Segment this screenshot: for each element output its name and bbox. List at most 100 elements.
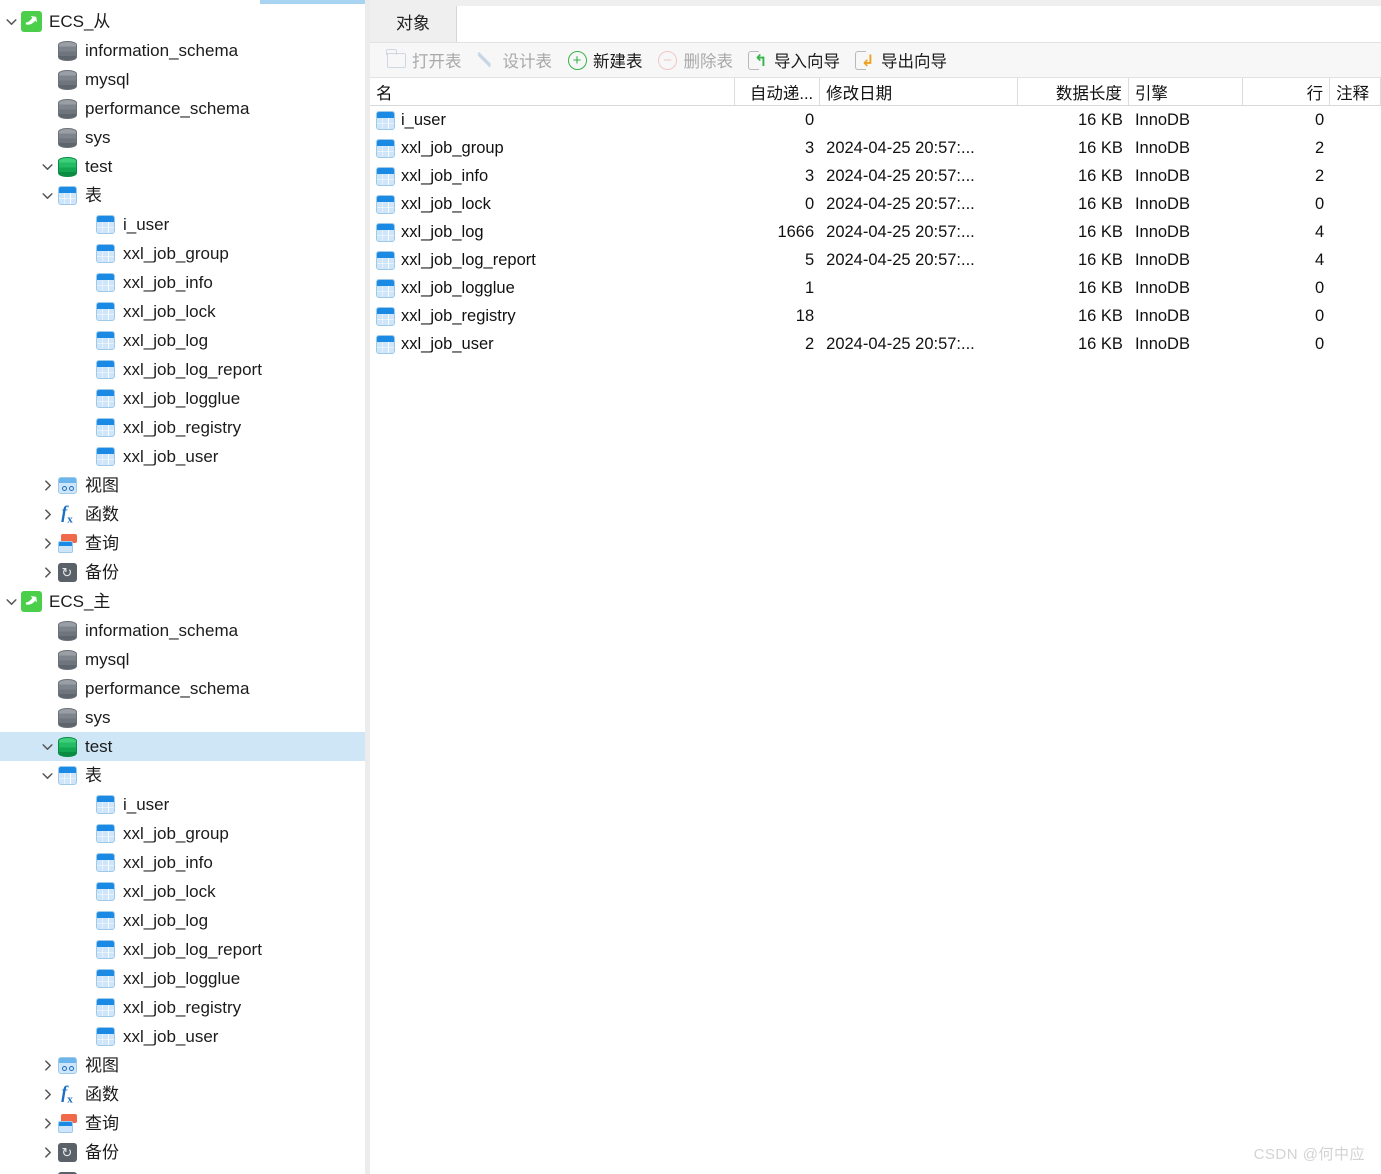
grid-column-header-rows[interactable]: 行 (1243, 78, 1331, 105)
toolbar-button-导出向导[interactable]: ↲ 导出向导 (847, 45, 954, 75)
grid-column-header-date[interactable]: 修改日期 (820, 78, 1019, 105)
table-row[interactable]: i_user 0 16 KB InnoDB 0 (370, 106, 1381, 134)
tree-item-label: 查询 (85, 534, 119, 553)
tree-item-查询[interactable]: 查询 (0, 1109, 365, 1138)
table-list-grid[interactable]: 名 自动递... 修改日期 数据长度 引擎 行注释 i_user 0 16 KB InnoDB 0… (370, 78, 1381, 1174)
database-icon (57, 40, 77, 61)
tree-item-label: 视图 (85, 476, 119, 495)
tree-twisty-down-icon[interactable] (2, 587, 20, 616)
toolbar-button-导入向导[interactable]: ↰ 导入向导 (740, 45, 847, 75)
object-tree-sidebar[interactable]: ECS_从 information_schema mysql performance_… (0, 0, 365, 1174)
table-row[interactable]: xxl_job_logglue 1 16 KB InnoDB 0 (370, 274, 1381, 302)
navicat-window: ECS_从 information_schema mysql performance_… (0, 0, 1381, 1174)
table-row[interactable]: xxl_job_group 3 2024-04-25 20:57:... 16 KB I… (370, 134, 1381, 162)
table-row[interactable]: xxl_job_registry 18 16 KB InnoDB 0 (370, 302, 1381, 330)
tab-bar[interactable]: 对象 (370, 0, 1381, 42)
tree-item-xxl_job_registry[interactable]: xxl_job_registry (0, 413, 365, 442)
tree-twisty-down-icon[interactable] (38, 152, 56, 181)
tree-twisty-right-icon[interactable] (38, 500, 56, 529)
tree-item-xxl_job_logglue[interactable]: xxl_job_logglue (0, 384, 365, 413)
table-cell-text: 2024-04-25 20:57:... (826, 222, 975, 241)
tree-twisty-down-icon[interactable] (38, 181, 56, 210)
tree-item-函数[interactable]: fx 函数 (0, 500, 365, 529)
table-row[interactable]: xxl_job_info 3 2024-04-25 20:57:... 16 KB In… (370, 162, 1381, 190)
pencil-icon (476, 49, 498, 71)
table-row[interactable]: xxl_job_log 1666 2024-04-25 20:57:... 16 KB… (370, 218, 1381, 246)
tab-objects[interactable]: 对象 (370, 0, 456, 42)
tree-item-xxl_job_log_report[interactable]: xxl_job_log_report (0, 355, 365, 384)
table-row[interactable]: xxl_job_user 2 2024-04-25 20:57:... 16 KB In… (370, 330, 1381, 358)
grid-column-header-length[interactable]: 数据长度 (1018, 78, 1129, 105)
tree-item-sys[interactable]: sys (0, 703, 365, 732)
tree-item-xxl_job_user[interactable]: xxl_job_user (0, 442, 365, 471)
function-icon: fx (56, 503, 78, 526)
tree-item-ECS_主[interactable]: ECS_主 (0, 587, 365, 616)
tree-twisty-right-icon[interactable] (38, 1109, 56, 1138)
tree-twisty-down-icon[interactable] (38, 761, 56, 790)
grid-column-header-auto[interactable]: 自动递... (735, 78, 821, 105)
tree-twisty-right-icon[interactable] (38, 529, 56, 558)
tree-item-test[interactable]: test (0, 732, 365, 761)
tree-item-xxl_job_registry[interactable]: xxl_job_registry (0, 993, 365, 1022)
tree-twisty-right-icon[interactable] (38, 1138, 56, 1167)
grid-column-header-comment[interactable]: 注释 (1330, 78, 1381, 105)
tree-item-xxl_job_info[interactable]: xxl_job_info (0, 268, 365, 297)
object-toolbar[interactable]: 打开表 设计表 + 新建表 − 删除表 ↰ 导入向导 ↲ 导出向导 (370, 42, 1381, 78)
tree-twisty-right-icon[interactable] (38, 1080, 56, 1109)
tree-item-ECS_从[interactable]: ECS_从 (0, 7, 365, 36)
tree-twisty-down-icon[interactable] (2, 7, 20, 36)
tree-item-xxl_job_lock[interactable]: xxl_job_lock (0, 297, 365, 326)
tree-item-xxl_job_lock[interactable]: xxl_job_lock (0, 877, 365, 906)
table-icon (376, 278, 395, 298)
tree-item-i_user[interactable]: i_user (0, 210, 365, 239)
function-icon: fx (56, 1083, 78, 1106)
tree-item-xxl_job_log[interactable]: xxl_job_log (0, 326, 365, 355)
tree-item-查询[interactable]: 查询 (0, 529, 365, 558)
table-cell-text: xxl_job_registry (401, 306, 516, 325)
tree-item-untitled[interactable]: ↻ (0, 1167, 365, 1174)
tree-item-表[interactable]: 表 (0, 761, 365, 790)
table-row[interactable]: xxl_job_log_report 5 2024-04-25 20:57:... 1… (370, 246, 1381, 274)
grid-header-row[interactable]: 名 自动递... 修改日期 数据长度 引擎 行注释 (370, 78, 1381, 106)
tree-item-备份[interactable]: ↻ 备份 (0, 1138, 365, 1167)
tree-twisty-right-icon[interactable] (38, 1167, 56, 1174)
tree-item-mysql[interactable]: mysql (0, 65, 365, 94)
tree-item-函数[interactable]: fx 函数 (0, 1080, 365, 1109)
table-icon (95, 331, 115, 350)
tree-item-表[interactable]: 表 (0, 181, 365, 210)
tree-item-xxl_job_info[interactable]: xxl_job_info (0, 848, 365, 877)
tree-item-label: performance_schema (85, 99, 250, 118)
tree-item-information_schema[interactable]: information_schema (0, 616, 365, 645)
tree-twisty-down-icon[interactable] (38, 732, 56, 761)
table-row[interactable]: xxl_job_lock 0 2024-04-25 20:57:... 16 KB In… (370, 190, 1381, 218)
tree-twisty-right-icon[interactable] (38, 471, 56, 500)
tree-item-备份[interactable]: ↻ 备份 (0, 558, 365, 587)
tree-item-xxl_job_log[interactable]: xxl_job_log (0, 906, 365, 935)
tree-item-xxl_job_group[interactable]: xxl_job_group (0, 819, 365, 848)
tree-item-视图[interactable]: 视图 (0, 1051, 365, 1080)
connection-tree[interactable]: ECS_从 information_schema mysql performance_… (0, 7, 365, 1174)
tree-item-mysql[interactable]: mysql (0, 645, 365, 674)
tree-item-i_user[interactable]: i_user (0, 790, 365, 819)
grid-column-header-engine[interactable]: 引擎 (1129, 78, 1244, 105)
tree-item-performance_schema[interactable]: performance_schema (0, 674, 365, 703)
tree-twisty-right-icon[interactable] (38, 558, 56, 587)
grid-body[interactable]: i_user 0 16 KB InnoDB 0 xxl_job_group 3 2024-04… (370, 106, 1381, 1174)
tree-item-label: xxl_job_log_report (123, 940, 262, 959)
tree-item-xxl_job_logglue[interactable]: xxl_job_logglue (0, 964, 365, 993)
tree-item-information_schema[interactable]: information_schema (0, 36, 365, 65)
table-icon (95, 1027, 115, 1046)
toolbar-button-新建表[interactable]: + 新建表 (559, 45, 650, 75)
grid-column-header-label: 自动递... (749, 84, 814, 103)
tree-item-test[interactable]: test (0, 152, 365, 181)
tree-item-sys[interactable]: sys (0, 123, 365, 152)
tree-item-xxl_job_user[interactable]: xxl_job_user (0, 1022, 365, 1051)
tree-twisty-right-icon[interactable] (38, 1051, 56, 1080)
table-cell-length: 16 KB (1018, 307, 1129, 326)
grid-column-header-name[interactable]: 名 (370, 78, 736, 105)
tree-item-performance_schema[interactable]: performance_schema (0, 94, 365, 123)
table-icon (95, 273, 115, 292)
tree-item-xxl_job_log_report[interactable]: xxl_job_log_report (0, 935, 365, 964)
tree-item-xxl_job_group[interactable]: xxl_job_group (0, 239, 365, 268)
tree-item-视图[interactable]: 视图 (0, 471, 365, 500)
